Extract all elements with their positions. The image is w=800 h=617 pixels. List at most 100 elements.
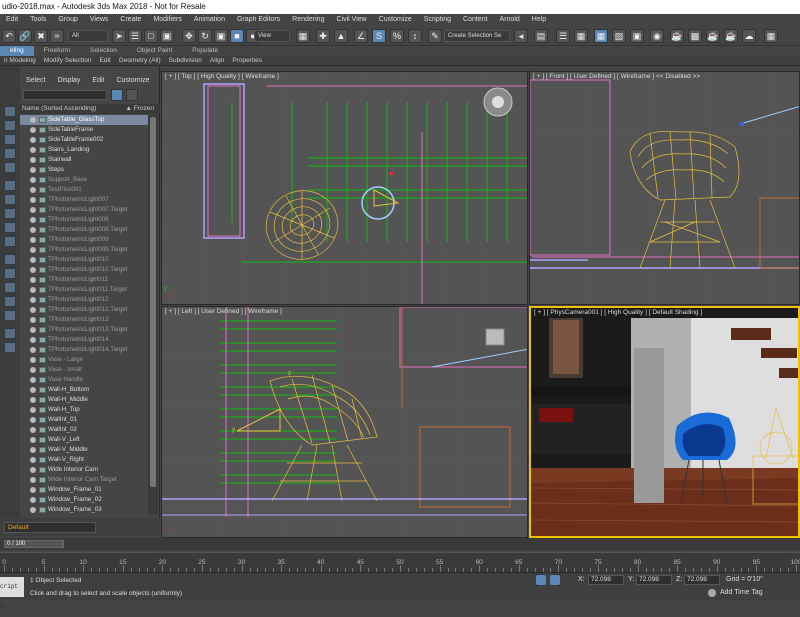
visibility-eye-icon[interactable] (30, 207, 36, 213)
filter-cameras-icon[interactable] (4, 236, 16, 247)
menu-modifiers[interactable]: Modifiers (147, 14, 187, 26)
unlink-icon[interactable]: ✖ (34, 29, 48, 43)
filter-groups-icon[interactable] (4, 282, 16, 293)
menu-views[interactable]: Views (84, 14, 115, 26)
menu-scripting[interactable]: Scripting (418, 14, 457, 26)
menu-arnold[interactable]: Arnold (494, 14, 526, 26)
list-item[interactable]: TPhotometricLight013 (20, 315, 148, 325)
absolute-mode-icon[interactable] (550, 575, 560, 585)
pivot-center-icon[interactable]: ▦ (296, 29, 310, 43)
viewport-left-label[interactable]: [ + ] [ Left ] [ User Defined ] [ Wirefr… (165, 308, 282, 315)
ribbon-panel-4[interactable]: Subdivision (165, 56, 206, 65)
lock-selection-icon[interactable] (536, 575, 546, 585)
visibility-eye-icon[interactable] (30, 397, 36, 403)
ribbon-panel-3[interactable]: Geometry (All) (115, 56, 165, 65)
link-icon[interactable]: 🔗 (18, 29, 32, 43)
filter-icon[interactable] (111, 89, 123, 101)
visibility-eye-icon[interactable] (30, 217, 36, 223)
schematic-view-icon[interactable]: ▣ (630, 29, 644, 43)
visibility-eye-icon[interactable] (30, 327, 36, 333)
visibility-eye-icon[interactable] (30, 177, 36, 183)
render-iterative-icon[interactable]: ☕ (724, 29, 738, 43)
ribbon-panel-2[interactable]: Edit (96, 56, 115, 65)
scene-explorer-menu-display[interactable]: Display (51, 76, 86, 86)
motion-panel-icon[interactable] (4, 148, 16, 159)
visibility-eye-icon[interactable] (30, 137, 36, 143)
ribbon-tab-3[interactable]: Object Paint (127, 46, 182, 56)
list-item[interactable]: SideTableFrame002 (20, 135, 148, 145)
menu-edit[interactable]: Edit (0, 14, 24, 26)
visibility-eye-icon[interactable] (30, 367, 36, 373)
list-item[interactable]: TPhotometricLight008 (20, 215, 148, 225)
menu-animation[interactable]: Animation (188, 14, 231, 26)
list-item[interactable]: Window_Frame_02 (20, 495, 148, 505)
menu-rendering[interactable]: Rendering (286, 14, 330, 26)
visibility-eye-icon[interactable] (30, 387, 36, 393)
visibility-eye-icon[interactable] (30, 447, 36, 453)
viewport-top-label[interactable]: [ + ] [ Top ] [ High Quality ] [ Wirefra… (165, 73, 279, 80)
visibility-eye-icon[interactable] (30, 277, 36, 283)
menu-tools[interactable]: Tools (24, 14, 52, 26)
snaps-toggle-icon[interactable]: ▲ (334, 29, 348, 43)
menu-help[interactable]: Help (526, 14, 552, 26)
named-selection-dropdown[interactable]: Create Selection Se (444, 30, 510, 42)
time-tag-icon[interactable] (708, 589, 716, 597)
scene-explorer-scrollbar[interactable] (148, 115, 158, 515)
list-item[interactable]: WallInt_02 (20, 425, 148, 435)
menu-customize[interactable]: Customize (373, 14, 418, 26)
visibility-eye-icon[interactable] (30, 337, 36, 343)
visibility-eye-icon[interactable] (30, 427, 36, 433)
visibility-eye-icon[interactable] (30, 287, 36, 293)
visibility-eye-icon[interactable] (30, 117, 36, 123)
list-item[interactable]: TPhotometricLight014.Target (20, 345, 148, 355)
menu-create[interactable]: Create (114, 14, 147, 26)
keyboard-shortcut-override-icon[interactable]: ✚ (316, 29, 330, 43)
list-item[interactable]: TPhotometricLight012 (20, 295, 148, 305)
list-item[interactable]: TPhotometricLight010.Target (20, 265, 148, 275)
visibility-eye-icon[interactable] (30, 267, 36, 273)
visibility-eye-icon[interactable] (30, 417, 36, 423)
list-item[interactable]: Steps (20, 165, 148, 175)
add-time-tag[interactable]: Add Time Tag (720, 589, 763, 596)
visibility-eye-icon[interactable] (30, 197, 36, 203)
render-production-icon[interactable]: ☕ (706, 29, 720, 43)
visibility-eye-icon[interactable] (30, 377, 36, 383)
visibility-eye-icon[interactable] (30, 457, 36, 463)
select-object-icon[interactable]: ➤ (112, 29, 126, 43)
list-item[interactable]: Stairs_Landing (20, 145, 148, 155)
filter-spacewarps-icon[interactable] (4, 268, 16, 279)
hierarchy-panel-icon[interactable] (4, 134, 16, 145)
viewport-front-label[interactable]: [ + ] [ Front ] [ User Defined ] [ Wiref… (533, 73, 700, 80)
material-editor-icon[interactable]: ◉ (650, 29, 664, 43)
modify-panel-icon[interactable] (4, 120, 16, 131)
menu-group[interactable]: Group (52, 14, 83, 26)
ribbon-panel-1[interactable]: Modify Selection (40, 56, 96, 65)
display-influences-icon[interactable] (4, 342, 16, 353)
scene-explorer-icon[interactable]: ▦ (574, 29, 588, 43)
angle-snap-icon[interactable]: ∠ (354, 29, 368, 43)
ribbon-panel-5[interactable]: Align (206, 56, 228, 65)
list-item[interactable]: Wall-V_Right (20, 455, 148, 465)
filter-bones-icon[interactable] (4, 310, 16, 321)
list-item[interactable]: TPhotometricLight007.Target (20, 205, 148, 215)
visibility-eye-icon[interactable] (30, 497, 36, 503)
ribbon-tab-2[interactable]: Selection (80, 46, 127, 56)
a360-icon[interactable]: ▦ (764, 29, 778, 43)
list-item[interactable]: TPhotometricLight009 (20, 235, 148, 245)
filter-lights-icon[interactable] (4, 222, 16, 233)
visibility-eye-icon[interactable] (30, 147, 36, 153)
list-item[interactable]: Support_Base (20, 175, 148, 185)
time-slider[interactable]: 0 / 100 (4, 540, 64, 548)
list-item[interactable]: SideTableFrame (20, 125, 148, 135)
list-item[interactable]: TestPlus001 (20, 185, 148, 195)
list-item[interactable]: TPhotometricLight011.Target (20, 285, 148, 295)
display-children-icon[interactable] (4, 328, 16, 339)
visibility-eye-icon[interactable] (30, 227, 36, 233)
visibility-eye-icon[interactable] (30, 467, 36, 473)
column-frozen-header[interactable]: ▲ Frozen (126, 104, 154, 114)
select-and-rotate-icon[interactable]: ↻ (198, 29, 212, 43)
bind-space-warp-icon[interactable]: ≈ (50, 29, 64, 43)
scene-explorer-menu-customize[interactable]: Customize (110, 76, 155, 86)
visibility-eye-icon[interactable] (30, 357, 36, 363)
select-and-move-icon[interactable]: ✥ (182, 29, 196, 43)
